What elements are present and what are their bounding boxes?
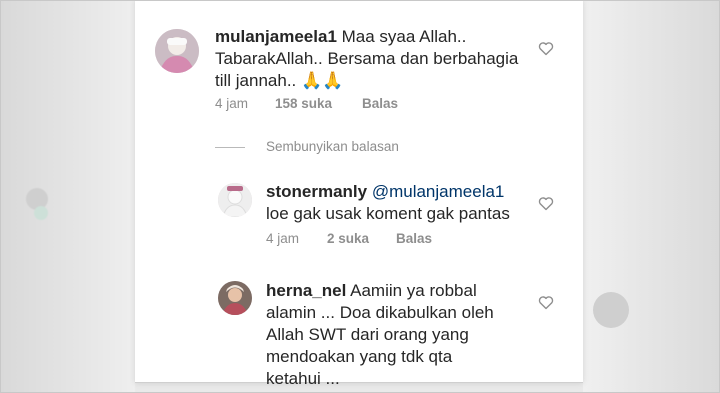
comment-line: Aamiin ya robbal <box>350 281 477 300</box>
avatar[interactable] <box>155 29 199 73</box>
avatar[interactable] <box>218 183 252 217</box>
like-count[interactable]: 2 suka <box>327 231 369 246</box>
reply-button[interactable]: Balas <box>396 231 432 246</box>
mention-link[interactable]: @mulanjameela1 <box>372 182 505 201</box>
avatar[interactable] <box>218 281 252 315</box>
background-blur-left <box>0 0 135 393</box>
comment-line: TabarakAllah.. Bersama dan berbahagia <box>215 49 519 68</box>
reply-body: stonermanly @mulanjameela1 loe gak usak … <box>266 181 526 225</box>
comment-body: mulanjameela1 Maa syaa Allah.. TabarakAl… <box>215 26 535 92</box>
timestamp: 4 jam <box>215 96 249 111</box>
comment-line: ketahui ... <box>266 369 340 388</box>
reply-button[interactable]: Balas <box>362 96 398 111</box>
hide-replies-button[interactable]: Sembunyikan balasan <box>266 139 399 154</box>
comment-line: alamin ... Doa dikabulkan oleh <box>266 303 494 322</box>
comment-line: Allah SWT dari orang yang <box>266 325 469 344</box>
ghost-icon <box>34 206 48 220</box>
pray-emoji: 🙏🙏 <box>301 71 344 90</box>
username[interactable]: stonermanly <box>266 182 367 201</box>
username[interactable]: herna_nel <box>266 281 346 300</box>
heart-icon[interactable] <box>538 196 554 211</box>
timestamp: 4 jam <box>266 231 300 246</box>
comment-line: till jannah.. <box>215 71 297 90</box>
comment-line: loe gak usak koment gak pantas <box>266 204 510 223</box>
username[interactable]: mulanjameela1 <box>215 27 337 46</box>
heart-icon[interactable] <box>538 41 554 56</box>
heart-icon[interactable] <box>538 295 554 310</box>
comment-line: Maa syaa Allah.. <box>341 27 467 46</box>
background-blur-right <box>583 0 720 393</box>
comment-line: mendoakan yang tdk qta <box>266 347 453 366</box>
reply-body: herna_nel Aamiin ya robbal alamin ... Do… <box>266 280 526 390</box>
divider <box>215 147 245 148</box>
comment-panel: mulanjameela1 Maa syaa Allah.. TabarakAl… <box>135 0 583 388</box>
ghost-avatar <box>593 292 629 328</box>
like-count[interactable]: 158 suka <box>275 96 332 111</box>
